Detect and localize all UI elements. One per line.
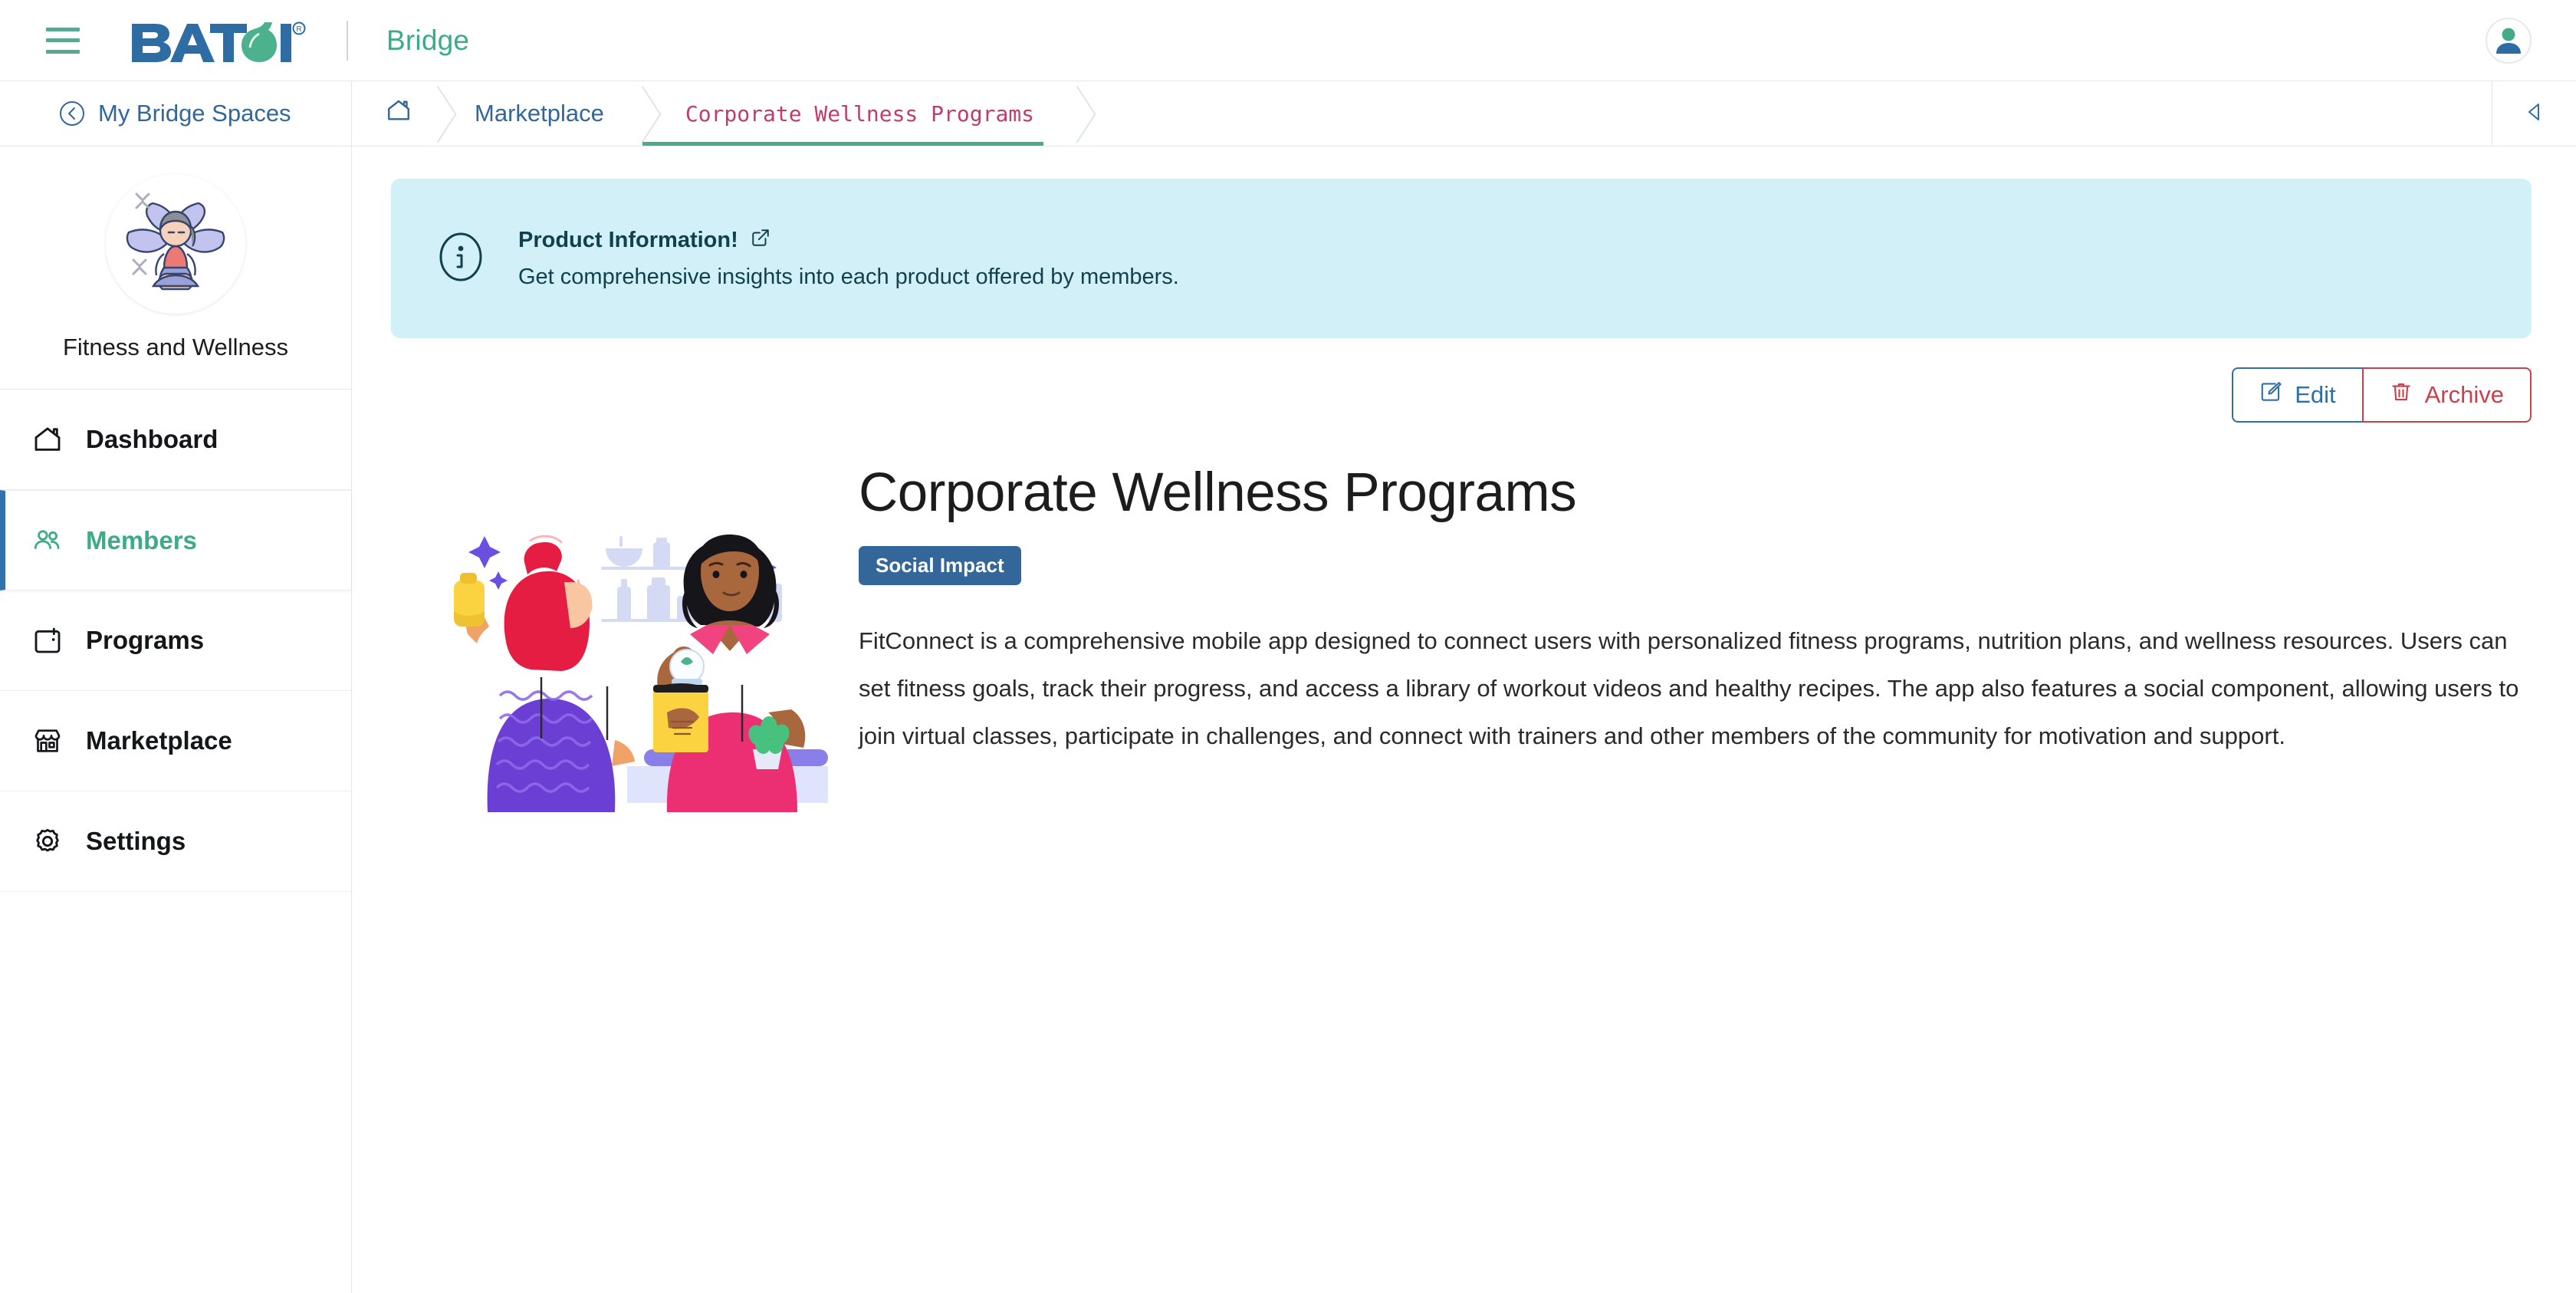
back-to-spaces-button[interactable]: My Bridge Spaces — [0, 81, 352, 146]
edit-button[interactable]: Edit — [2232, 367, 2362, 423]
product-body: Corporate Wellness Programs Social Impac… — [859, 456, 2532, 760]
sidebar-item-label: Marketplace — [86, 726, 232, 755]
calendar-icon — [31, 623, 64, 657]
sidebar-item-label: Programs — [86, 626, 205, 654]
archive-button-label: Archive — [2424, 381, 2504, 408]
breadcrumb-bar: My Bridge Spaces Marketplace Corporate W… — [0, 81, 2576, 146]
space-name: Fitness and Wellness — [62, 334, 289, 360]
sidebar: Fitness and Wellness Dashboard Members P… — [0, 146, 352, 1293]
action-button-group: Edit Archive — [2232, 367, 2532, 423]
info-banner-title-row: Product Information! — [518, 228, 1179, 254]
sidebar-item-members[interactable]: Members — [0, 490, 351, 591]
external-link-icon[interactable] — [751, 228, 770, 254]
product-description: FitConnect is a comprehensive mobile app… — [859, 627, 2519, 749]
circle-arrow-left-icon — [58, 100, 86, 127]
sidebar-item-marketplace[interactable]: Marketplace — [0, 691, 351, 791]
hamburger-icon[interactable] — [46, 27, 80, 54]
pencil-square-icon — [2259, 380, 2282, 410]
action-bar: Edit Archive — [391, 367, 2532, 423]
sidebar-item-label: Members — [86, 525, 197, 554]
space-card: Fitness and Wellness — [0, 146, 351, 390]
header-right — [2486, 17, 2532, 64]
sidebar-item-label: Settings — [86, 827, 186, 855]
home-icon — [386, 97, 412, 130]
info-banner-title: Product Information! — [518, 228, 738, 252]
people-icon — [31, 524, 64, 558]
page-title: Corporate Wellness Programs — [859, 462, 1577, 523]
breadcrumb-home[interactable] — [352, 81, 438, 146]
svg-text:R: R — [296, 25, 301, 34]
sidebar-nav: Dashboard Members Programs Marketplace S… — [0, 390, 351, 892]
archive-button[interactable]: Archive — [2361, 367, 2532, 423]
trash-icon — [2390, 380, 2413, 410]
app-name[interactable]: Bridge — [386, 25, 469, 57]
product-detail: Corporate Wellness Programs Social Impac… — [391, 456, 2532, 818]
yoga-meditation-avatar — [106, 174, 245, 314]
home-icon — [31, 423, 64, 456]
header-divider — [347, 20, 348, 61]
gear-icon — [31, 824, 64, 858]
top-header: R Bridge — [0, 0, 2576, 81]
breadcrumb-item-corporate-wellness-programs[interactable]: Corporate Wellness Programs — [642, 81, 1077, 146]
info-banner-text: Product Information! Get comprehensive i… — [518, 228, 1179, 290]
sidebar-item-dashboard[interactable]: Dashboard — [0, 390, 351, 490]
hamburger-line — [46, 49, 80, 54]
back-to-spaces-label: My Bridge Spaces — [98, 100, 291, 127]
hamburger-line — [46, 38, 80, 42]
batoi-logo[interactable]: R — [130, 19, 307, 62]
caret-left-icon — [2522, 100, 2547, 128]
main-content: Product Information! Get comprehensive i… — [353, 146, 2576, 1293]
hamburger-line — [46, 27, 80, 31]
sidebar-item-programs[interactable]: Programs — [0, 591, 351, 691]
breadcrumb: Marketplace Corporate Wellness Programs — [352, 81, 2492, 146]
collapse-panel-button[interactable] — [2492, 81, 2576, 146]
wellness-store-illustration — [414, 496, 828, 818]
breadcrumb-active-underline — [642, 142, 1044, 146]
avatar[interactable] — [2486, 17, 2532, 64]
edit-button-label: Edit — [2295, 381, 2336, 408]
breadcrumb-label: Marketplace — [475, 100, 604, 127]
sidebar-item-settings[interactable]: Settings — [0, 791, 351, 892]
info-banner-subtitle: Get comprehensive insights into each pro… — [518, 264, 1179, 289]
sidebar-item-label: Dashboard — [86, 425, 219, 453]
breadcrumb-item-marketplace[interactable]: Marketplace — [438, 81, 642, 146]
status-badge: Social Impact — [859, 545, 1021, 585]
breadcrumb-label: Corporate Wellness Programs — [685, 100, 1035, 127]
store-icon — [31, 724, 64, 758]
info-circle-icon — [434, 230, 488, 288]
info-banner: Product Information! Get comprehensive i… — [391, 179, 2532, 338]
